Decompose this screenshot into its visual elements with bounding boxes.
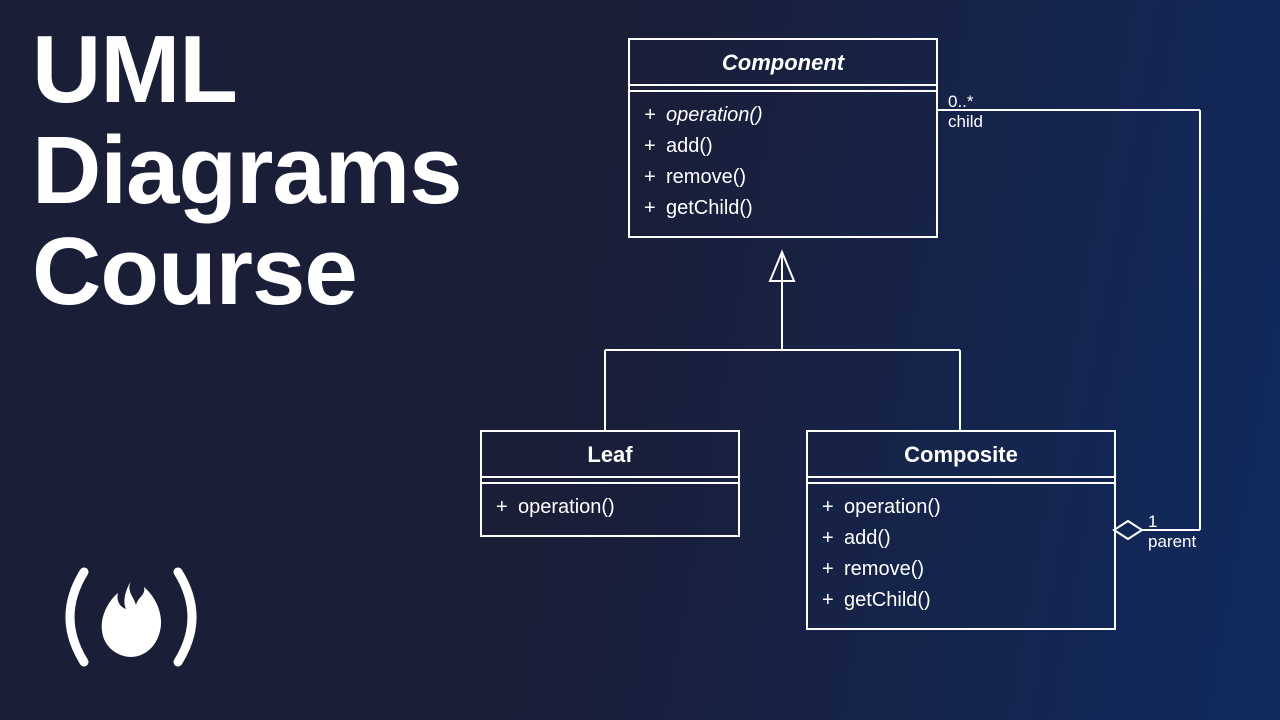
class-methods: +operation()	[482, 484, 738, 535]
uml-diagram: Component +operation() +add() +remove() …	[560, 30, 1260, 710]
method-row: +operation()	[822, 492, 1100, 523]
uml-class-composite: Composite +operation() +add() +remove() …	[806, 430, 1116, 630]
method-row: +remove()	[644, 162, 922, 193]
method-row: +remove()	[822, 554, 1100, 585]
method-row: +operation()	[496, 492, 724, 523]
class-methods: +operation() +add() +remove() +getChild(…	[808, 484, 1114, 628]
title-line-2: Diagrams	[32, 121, 462, 222]
class-name: Leaf	[482, 432, 738, 478]
assoc-child-role: child	[948, 112, 983, 132]
assoc-parent-role: parent	[1148, 532, 1196, 552]
title-line-3: Course	[32, 222, 462, 323]
class-methods: +operation() +add() +remove() +getChild(…	[630, 92, 936, 236]
freecodecamp-logo-icon	[46, 557, 216, 682]
method-row: +add()	[644, 131, 922, 162]
method-row: +operation()	[644, 100, 922, 131]
method-row: +add()	[822, 523, 1100, 554]
class-name: Component	[630, 40, 936, 86]
course-title: UML Diagrams Course	[32, 20, 462, 322]
method-row: +getChild()	[644, 193, 922, 224]
uml-class-component: Component +operation() +add() +remove() …	[628, 38, 938, 238]
uml-class-leaf: Leaf +operation()	[480, 430, 740, 537]
assoc-child-mult: 0..*	[948, 92, 974, 112]
class-name: Composite	[808, 432, 1114, 478]
method-row: +getChild()	[822, 585, 1100, 616]
assoc-parent-mult: 1	[1148, 512, 1157, 532]
title-line-1: UML	[32, 20, 462, 121]
